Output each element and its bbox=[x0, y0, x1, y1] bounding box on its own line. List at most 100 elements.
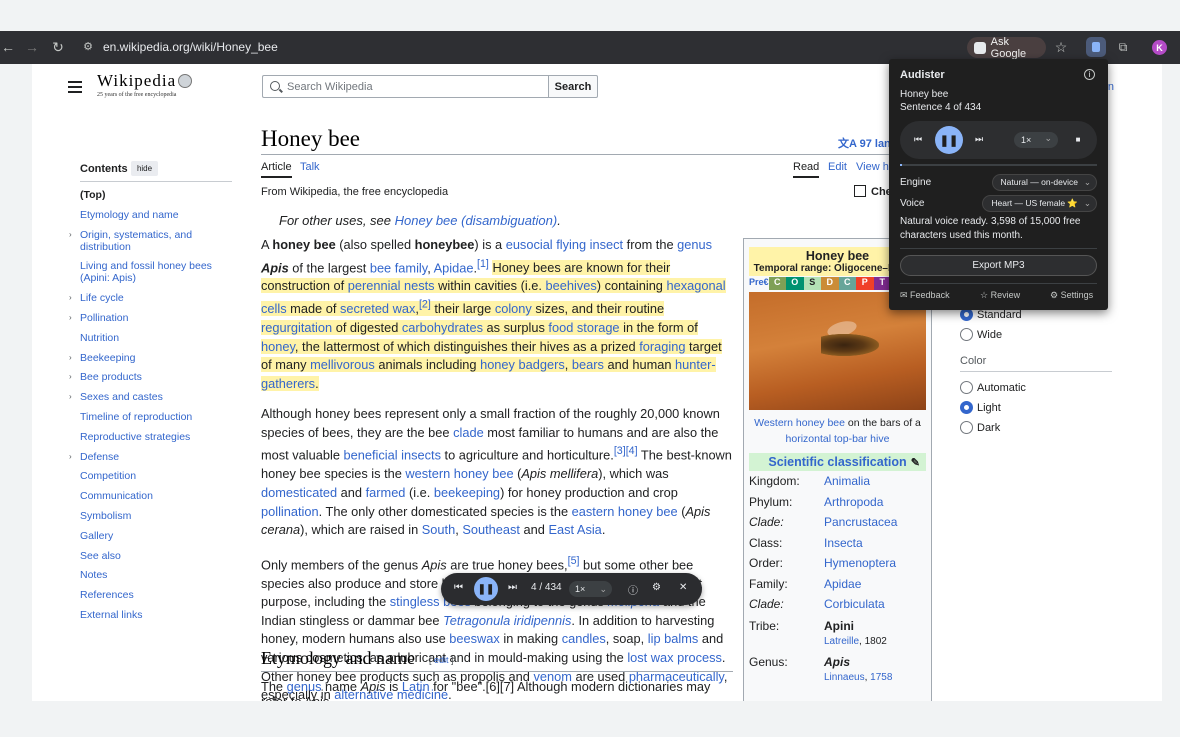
taxon-row-genus: Genus: Apis Linnaeus, 1758 bbox=[749, 654, 893, 683]
chevron-right-icon[interactable]: › bbox=[69, 229, 72, 241]
toc-item-top[interactable]: (Top) bbox=[80, 189, 230, 201]
toc-item[interactable]: › Origin, systematics, and distribution bbox=[69, 229, 230, 253]
previous-icon[interactable]: ⏮ bbox=[914, 134, 922, 145]
close-icon[interactable]: ✕ bbox=[679, 582, 687, 593]
reload-icon[interactable]: ↻ bbox=[50, 39, 66, 55]
gear-icon[interactable]: ⚙ bbox=[652, 582, 661, 593]
floating-pause-button[interactable]: ❚❚ bbox=[474, 577, 498, 601]
tab-article[interactable]: Article bbox=[261, 161, 292, 178]
info-icon[interactable]: ⓘ bbox=[628, 582, 638, 597]
tab-read[interactable]: Read bbox=[793, 161, 820, 178]
color-light-label: Light bbox=[977, 402, 1001, 414]
next-icon[interactable]: ⏭ bbox=[508, 582, 517, 593]
chevron-right-icon[interactable]: › bbox=[69, 451, 72, 463]
color-divider bbox=[960, 371, 1112, 372]
toc-hide-button[interactable]: hide bbox=[131, 161, 158, 176]
voice-label: Voice bbox=[900, 197, 925, 209]
forward-icon[interactable]: → bbox=[24, 39, 40, 55]
section-edit-link[interactable]: [ edit ] bbox=[429, 655, 454, 665]
language-icon: 文A bbox=[838, 138, 860, 150]
taxon-row: Family: Apidae bbox=[749, 576, 862, 591]
bookmark-star-icon[interactable]: ☆ bbox=[1053, 39, 1069, 55]
export-mp3-button[interactable]: Export MP3 bbox=[900, 255, 1097, 276]
engine-label: Engine bbox=[900, 176, 932, 188]
table-of-contents: (Top) Etymology and name › Origin, system… bbox=[69, 189, 230, 629]
toc-item[interactable]: Notes bbox=[80, 569, 230, 581]
audister-popup: Audister i Honey bee Sentence 4 of 434 ⏮… bbox=[889, 59, 1108, 310]
feedback-button[interactable]: ✉ Feedback bbox=[900, 290, 950, 301]
address-bar[interactable]: en.wikipedia.org/wiki/Honey_bee bbox=[103, 40, 278, 54]
progress-bar[interactable] bbox=[900, 164, 1097, 166]
tagline: From Wikipedia, the free encyclopedia bbox=[261, 186, 449, 198]
color-light-radio[interactable] bbox=[960, 401, 973, 414]
toc-item[interactable]: Timeline of reproduction bbox=[80, 411, 230, 423]
width-wide-label: Wide bbox=[977, 329, 1003, 341]
previous-icon[interactable]: ⏮ bbox=[454, 582, 463, 593]
extensions-puzzle-icon[interactable]: ⧉ bbox=[1115, 39, 1131, 55]
back-icon[interactable]: ← bbox=[0, 39, 16, 55]
wikipedia-logo[interactable]: Wikipedia 25 years of the free encyclope… bbox=[97, 71, 197, 98]
pause-button[interactable]: ❚❚ bbox=[935, 126, 963, 154]
settings-button[interactable]: ⚙ Settings bbox=[1050, 290, 1093, 301]
image-caption: Western honey bee on the bars of a horiz… bbox=[754, 417, 921, 445]
toc-item[interactable]: Reproductive strategies bbox=[80, 431, 230, 443]
toc-item[interactable]: › Sexes and castes bbox=[69, 391, 230, 403]
next-icon[interactable]: ⏭ bbox=[975, 134, 983, 145]
engine-row: Engine Natural — on-device ⌄ bbox=[900, 173, 1097, 191]
toc-item[interactable]: › Defense bbox=[69, 451, 230, 463]
toc-item[interactable]: › Pollination bbox=[69, 312, 230, 324]
main-menu-icon[interactable] bbox=[68, 81, 82, 96]
ask-google-button[interactable]: Ask Google bbox=[967, 35, 1046, 60]
search-input[interactable]: Search Wikipedia bbox=[262, 75, 549, 98]
google-lens-icon bbox=[974, 41, 986, 54]
toc-item[interactable]: Communication bbox=[80, 490, 230, 502]
chevron-right-icon[interactable]: › bbox=[69, 352, 72, 364]
color-automatic-radio[interactable] bbox=[960, 381, 973, 394]
toc-item[interactable]: Living and fossil honey bees (Apini: Api… bbox=[80, 260, 230, 284]
search-button[interactable]: Search bbox=[548, 75, 598, 98]
toc-item[interactable]: References bbox=[80, 589, 230, 601]
speed-select[interactable]: 1× ⌄ bbox=[1014, 132, 1058, 148]
profile-avatar[interactable]: K bbox=[1152, 40, 1167, 55]
taxon-row: Clade: Corbiculata bbox=[749, 597, 885, 612]
review-button[interactable]: ☆ Review bbox=[980, 290, 1020, 301]
scientific-classification-heading[interactable]: Scientific classification ✎ bbox=[749, 453, 926, 471]
taxon-row: Order: Hymenoptera bbox=[749, 556, 897, 571]
contents-heading: Contents bbox=[80, 163, 128, 175]
ask-google-label: Ask Google bbox=[990, 35, 1027, 60]
chevron-right-icon[interactable]: › bbox=[69, 391, 72, 403]
toc-item[interactable]: Symbolism bbox=[80, 510, 230, 522]
engine-select[interactable]: Natural — on-device ⌄ bbox=[991, 173, 1097, 191]
width-standard-label: Standard bbox=[977, 309, 1022, 321]
taxon-row: Kingdom: Animalia bbox=[749, 474, 871, 489]
audister-extension-icon[interactable] bbox=[1086, 37, 1106, 57]
stop-button[interactable]: ■ bbox=[1070, 132, 1086, 148]
toc-item[interactable]: Competition bbox=[80, 470, 230, 482]
progress-fill bbox=[900, 164, 902, 166]
chevron-right-icon[interactable]: › bbox=[69, 371, 72, 383]
chevron-right-icon[interactable]: › bbox=[69, 312, 72, 324]
site-info-icon[interactable]: ⚙ bbox=[80, 39, 96, 55]
toc-item[interactable]: › Bee products bbox=[69, 371, 230, 383]
color-dark-label: Dark bbox=[977, 422, 1001, 434]
toc-item[interactable]: External links bbox=[80, 609, 230, 621]
chevron-right-icon[interactable]: › bbox=[69, 292, 72, 304]
toc-item[interactable]: › Life cycle bbox=[69, 292, 230, 304]
toc-item[interactable]: See also bbox=[80, 550, 230, 562]
tab-edit[interactable]: Edit bbox=[828, 161, 847, 173]
floating-speed-select[interactable]: 1× ⌄ bbox=[569, 581, 612, 597]
width-wide-radio[interactable] bbox=[960, 328, 973, 341]
info-icon[interactable]: i bbox=[1084, 69, 1095, 80]
color-dark-radio[interactable] bbox=[960, 421, 973, 434]
toc-item[interactable]: Etymology and name bbox=[80, 209, 230, 221]
floating-player: ⏮ ❚❚ ⏭ 4 / 434 1× ⌄ ⓘ ⚙ ✕ bbox=[441, 573, 702, 605]
toc-item[interactable]: Gallery bbox=[80, 530, 230, 542]
disambiguation-link[interactable]: Honey bee (disambiguation) bbox=[395, 213, 558, 228]
voice-select[interactable]: Heart — US female ⭐ ⌄ bbox=[982, 194, 1097, 212]
chevron-down-icon: ⌄ bbox=[1044, 133, 1052, 143]
pencil-icon[interactable]: ✎ bbox=[911, 456, 920, 469]
hatnote: For other uses, see Honey bee (disambigu… bbox=[279, 213, 561, 228]
tab-talk[interactable]: Talk bbox=[300, 161, 320, 173]
toc-item[interactable]: › Beekeeping bbox=[69, 352, 230, 364]
toc-item[interactable]: Nutrition bbox=[80, 332, 230, 344]
